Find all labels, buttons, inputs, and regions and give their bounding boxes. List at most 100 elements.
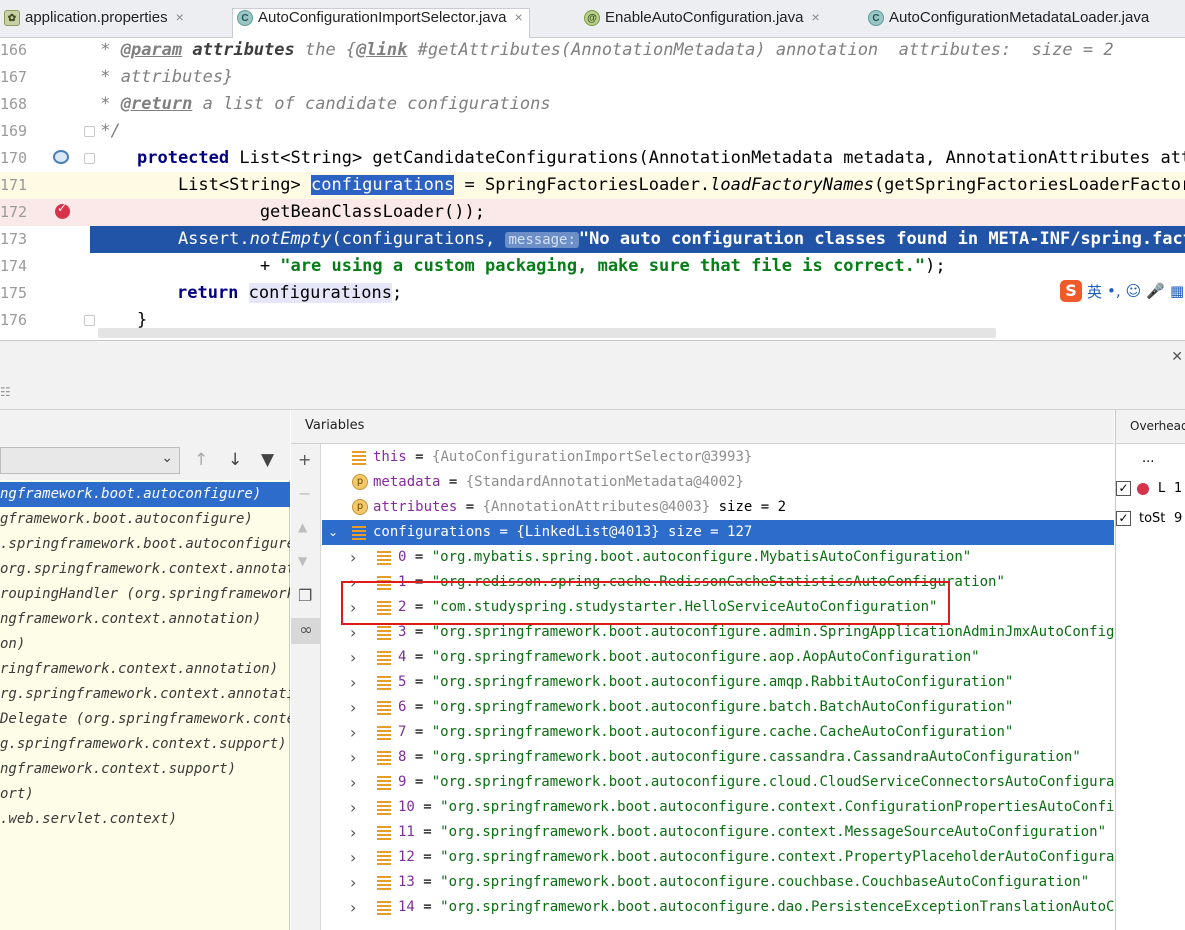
close-icon[interactable]: ×	[514, 9, 522, 25]
item-value: "org.springframework.boot.autoconfigure.…	[440, 849, 1114, 865]
stack-frame[interactable]: on)	[0, 632, 290, 657]
add-watch-icon[interactable]: +	[298, 450, 311, 469]
chevron-right-icon[interactable]: ›	[350, 670, 362, 695]
list-item[interactable]: › 13 = "org.springframework.boot.autoconf…	[322, 870, 1114, 895]
overhead-value: 9	[1174, 511, 1183, 526]
watches-glasses-icon[interactable]: ∞	[291, 618, 321, 644]
ime-punctuation-icon[interactable]: •,	[1107, 282, 1121, 300]
ime-toolbar[interactable]: S 英 •, ☺ 🎤 ▦	[1058, 278, 1185, 304]
thread-select[interactable]: ⌄	[0, 447, 180, 474]
equals-sign: =	[406, 774, 432, 790]
chevron-right-icon[interactable]: ›	[350, 845, 362, 870]
remove-watch-icon[interactable]: −	[298, 484, 311, 503]
list-item[interactable]: › 5 = "org.springframework.boot.autoconfi…	[322, 670, 1114, 695]
chevron-right-icon[interactable]: ›	[350, 795, 362, 820]
overhead-row[interactable]: ✓ L 1	[1116, 476, 1185, 501]
move-down-icon[interactable]: ▼	[298, 554, 307, 568]
tab-application-properties[interactable]: ✿ application.properties ×	[0, 9, 190, 38]
list-item[interactable]: › 8 = "org.springframework.boot.autoconfi…	[322, 745, 1114, 770]
list-item[interactable]: › 6 = "org.springframework.boot.autoconfi…	[322, 695, 1114, 720]
list-item[interactable]: › 11 = "org.springframework.boot.autoconf…	[322, 820, 1114, 845]
list-item[interactable]: › 2 = "com.studyspring.studystarter.Hello…	[322, 595, 1114, 620]
stack-frame[interactable]: ngframework.boot.autoconfigure)	[0, 482, 290, 507]
equals-sign: =	[406, 699, 432, 715]
move-up-icon[interactable]: ▲	[298, 520, 307, 534]
code-editor[interactable]: 166 * @param attributes the {@link #getA…	[0, 38, 1185, 340]
copy-icon[interactable]: ❐	[298, 586, 312, 605]
tab-autoconfigurationimportselector[interactable]: C AutoConfigurationImportSelector.java ×	[232, 8, 530, 39]
stack-frame[interactable]: gframework.boot.autoconfigure)	[0, 507, 290, 532]
ime-emoji-icon[interactable]: ☺	[1126, 282, 1142, 300]
fold-marker-icon[interactable]	[84, 315, 95, 326]
close-icon[interactable]: ×	[176, 9, 184, 25]
override-method-icon[interactable]	[53, 150, 69, 164]
list-item[interactable]: › 0 = "org.mybatis.spring.boot.autoconfig…	[322, 545, 1114, 570]
equals-sign: =	[406, 749, 432, 765]
chevron-right-icon[interactable]: ›	[350, 570, 362, 595]
breakpoint-icon[interactable]	[55, 201, 70, 219]
stack-frame[interactable]: ringframework.context.annotation)	[0, 657, 290, 682]
chevron-right-icon[interactable]: ›	[350, 870, 362, 895]
sogou-logo-icon[interactable]: S	[1060, 280, 1082, 302]
chevron-right-icon[interactable]: ›	[350, 695, 362, 720]
chevron-right-icon[interactable]: ›	[350, 545, 362, 570]
frames-layout-icon[interactable]: ☷	[0, 385, 11, 399]
list-item[interactable]: › 7 = "org.springframework.boot.autoconfi…	[322, 720, 1114, 745]
variable-row[interactable]: ⌄ configurations = {LinkedList@4013} size…	[322, 520, 1114, 545]
stack-frame[interactable]: roupingHandler (org.springframework.	[0, 582, 290, 607]
equals-sign: =	[457, 499, 483, 515]
tab-enableautoconfiguration[interactable]: @ EnableAutoConfiguration.java ×	[580, 9, 826, 38]
close-icon[interactable]: ×	[811, 9, 819, 25]
arrow-down-icon[interactable]: ↓	[228, 450, 242, 470]
stack-frame[interactable]: g.springframework.context.support)	[0, 732, 290, 757]
fold-marker-icon[interactable]	[84, 153, 95, 164]
list-item[interactable]: › 10 = "org.springframework.boot.autoconf…	[322, 795, 1114, 820]
tab-autoconfigurationmetadataloader[interactable]: C AutoConfigurationMetadataLoader.java	[864, 9, 1149, 38]
checkbox[interactable]: ✓	[1116, 511, 1131, 526]
chevron-right-icon[interactable]: ›	[350, 645, 362, 670]
stack-frame[interactable]: rg.springframework.context.annotatio	[0, 682, 290, 707]
chevron-right-icon[interactable]: ›	[350, 720, 362, 745]
horizontal-scrollbar[interactable]	[98, 328, 996, 338]
variable-ref: {StandardAnnotationMetadata@4002}	[465, 474, 744, 490]
chevron-right-icon[interactable]: ›	[350, 895, 362, 920]
variable-row[interactable]: p metadata = {StandardAnnotationMetadata@…	[322, 470, 1114, 495]
list-item[interactable]: › 14 = "org.springframework.boot.autoconf…	[322, 895, 1114, 920]
class-icon: C	[237, 10, 253, 26]
line-number: 167	[0, 68, 28, 86]
stack-frame[interactable]: org.springframework.context.annotati	[0, 557, 290, 582]
stack-frame[interactable]: ort)	[0, 782, 290, 807]
list-item[interactable]: › 3 = "org.springframework.boot.autoconfi…	[322, 620, 1114, 645]
overhead-more-button[interactable]: ...	[1142, 446, 1185, 471]
ime-mic-icon[interactable]: 🎤	[1146, 282, 1165, 300]
close-icon[interactable]: ✕	[1171, 349, 1183, 365]
chevron-right-icon[interactable]: ›	[350, 620, 362, 645]
stack-frame[interactable]: ngframework.context.support)	[0, 757, 290, 782]
variable-row[interactable]: p attributes = {AnnotationAttributes@4003…	[322, 495, 1114, 520]
list-item[interactable]: › 1 = "org.redisson.spring.cache.Redisson…	[322, 570, 1114, 595]
variable-row[interactable]: this = {AutoConfigurationImportSelector@…	[322, 445, 1114, 470]
ime-grid-icon[interactable]: ▦	[1170, 282, 1184, 300]
field-icon	[377, 701, 391, 715]
overhead-row[interactable]: ✓ toSt 9	[1116, 506, 1185, 531]
list-item[interactable]: › 9 = "org.springframework.boot.autoconfi…	[322, 770, 1114, 795]
chevron-right-icon[interactable]: ›	[350, 820, 362, 845]
filter-icon[interactable]: ▼	[261, 450, 274, 470]
chevron-right-icon[interactable]: ›	[350, 595, 362, 620]
list-item[interactable]: › 12 = "org.springframework.boot.autoconf…	[322, 845, 1114, 870]
arrow-up-icon[interactable]: ↑	[194, 450, 208, 470]
ime-language-toggle[interactable]: 英	[1087, 281, 1102, 302]
chevron-right-icon[interactable]: ›	[350, 770, 362, 795]
chevron-right-icon[interactable]: ›	[350, 745, 362, 770]
code-line-current: 171 List<String> configurations = Spring…	[0, 172, 1185, 199]
line-number: 170	[0, 149, 28, 167]
stack-frame[interactable]: ngframework.context.annotation)	[0, 607, 290, 632]
item-value: "org.springframework.boot.autoconfigure.…	[431, 674, 1014, 690]
equals-sign: =	[406, 599, 432, 615]
stack-frame[interactable]: .springframework.boot.autoconfigure)	[0, 532, 290, 557]
stack-frame[interactable]: Delegate (org.springframework.contex	[0, 707, 290, 732]
stack-frame[interactable]: .web.servlet.context)	[0, 807, 290, 832]
chevron-down-icon[interactable]: ⌄	[328, 520, 340, 545]
list-item[interactable]: › 4 = "org.springframework.boot.autoconfi…	[322, 645, 1114, 670]
checkbox[interactable]: ✓	[1116, 481, 1131, 496]
